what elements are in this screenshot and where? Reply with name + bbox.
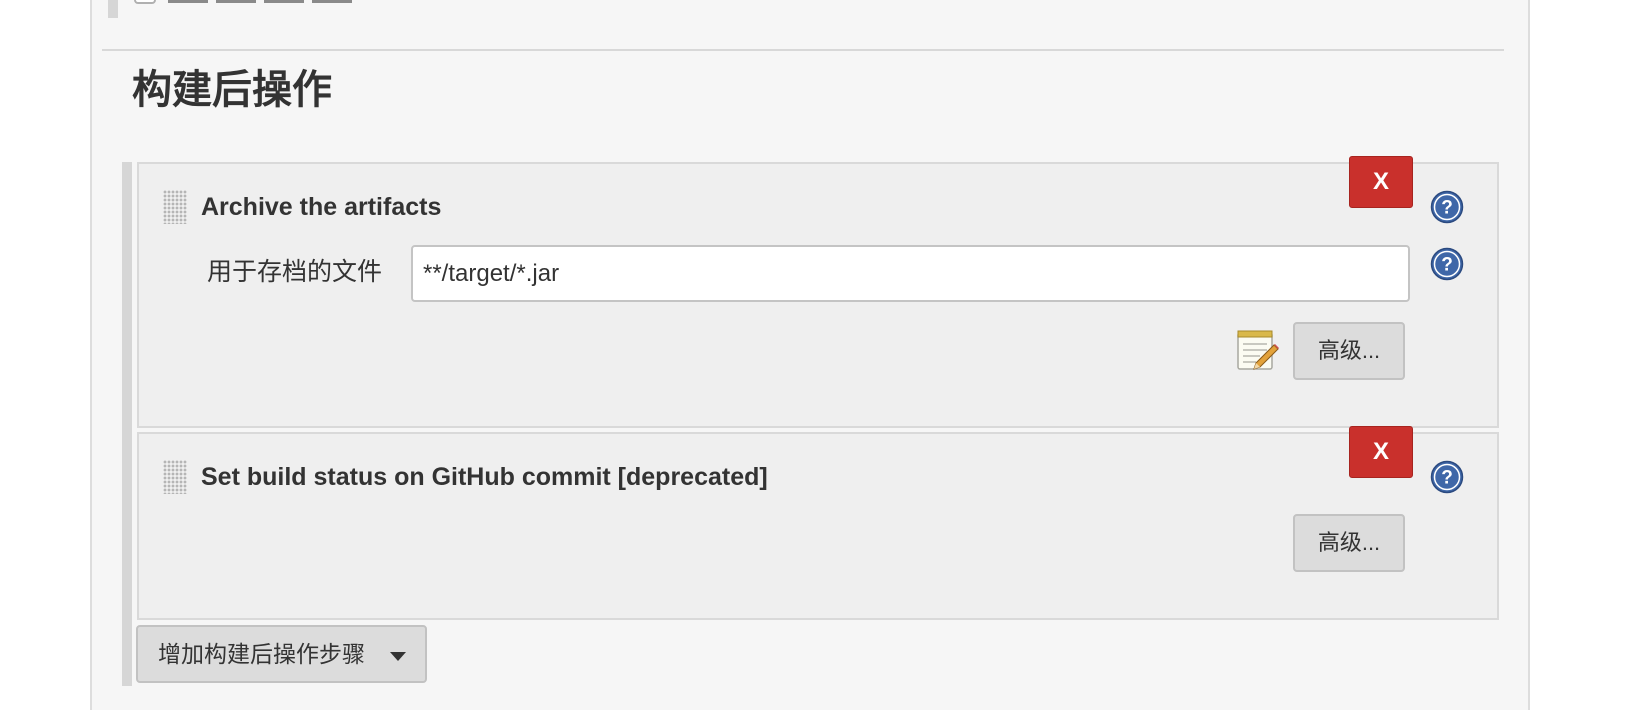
add-post-build-step-label: 增加构建后操作步骤 [158, 641, 365, 667]
delete-step-button[interactable]: X [1349, 426, 1413, 478]
svg-text:?: ? [1441, 468, 1453, 489]
add-post-build-step-button[interactable]: 增加构建后操作步骤 [136, 625, 427, 683]
help-icon[interactable]: ? [1430, 247, 1464, 281]
step-title: Set build status on GitHub commit [depre… [201, 463, 768, 491]
step-title: Archive the artifacts [201, 193, 442, 221]
svg-text:?: ? [1441, 255, 1453, 276]
drag-handle-icon[interactable] [163, 460, 187, 494]
help-icon[interactable]: ? [1430, 190, 1464, 224]
post-build-section-title: 构建后操作 [132, 68, 332, 112]
previous-option-checkbox[interactable] [134, 0, 156, 4]
advanced-button[interactable]: 高级... [1293, 322, 1405, 380]
help-icon[interactable]: ? [1430, 460, 1464, 494]
post-build-section-accent [122, 162, 132, 686]
previous-option-label-fragment [168, 0, 368, 4]
notepad-edit-icon[interactable] [1234, 327, 1280, 373]
archive-files-input[interactable] [411, 245, 1410, 302]
svg-text:?: ? [1441, 198, 1453, 219]
advanced-button[interactable]: 高级... [1293, 514, 1405, 572]
section-divider [102, 49, 1504, 51]
previous-section-accent [108, 0, 118, 18]
delete-step-button[interactable]: X [1349, 156, 1413, 208]
archive-files-label: 用于存档的文件 [207, 258, 383, 286]
drag-handle-icon[interactable] [163, 190, 187, 224]
caret-down-icon [390, 652, 406, 661]
jenkins-config-page: 构建后操作 Archive the artifacts X ? 用于存档的文件 … [0, 0, 1636, 710]
